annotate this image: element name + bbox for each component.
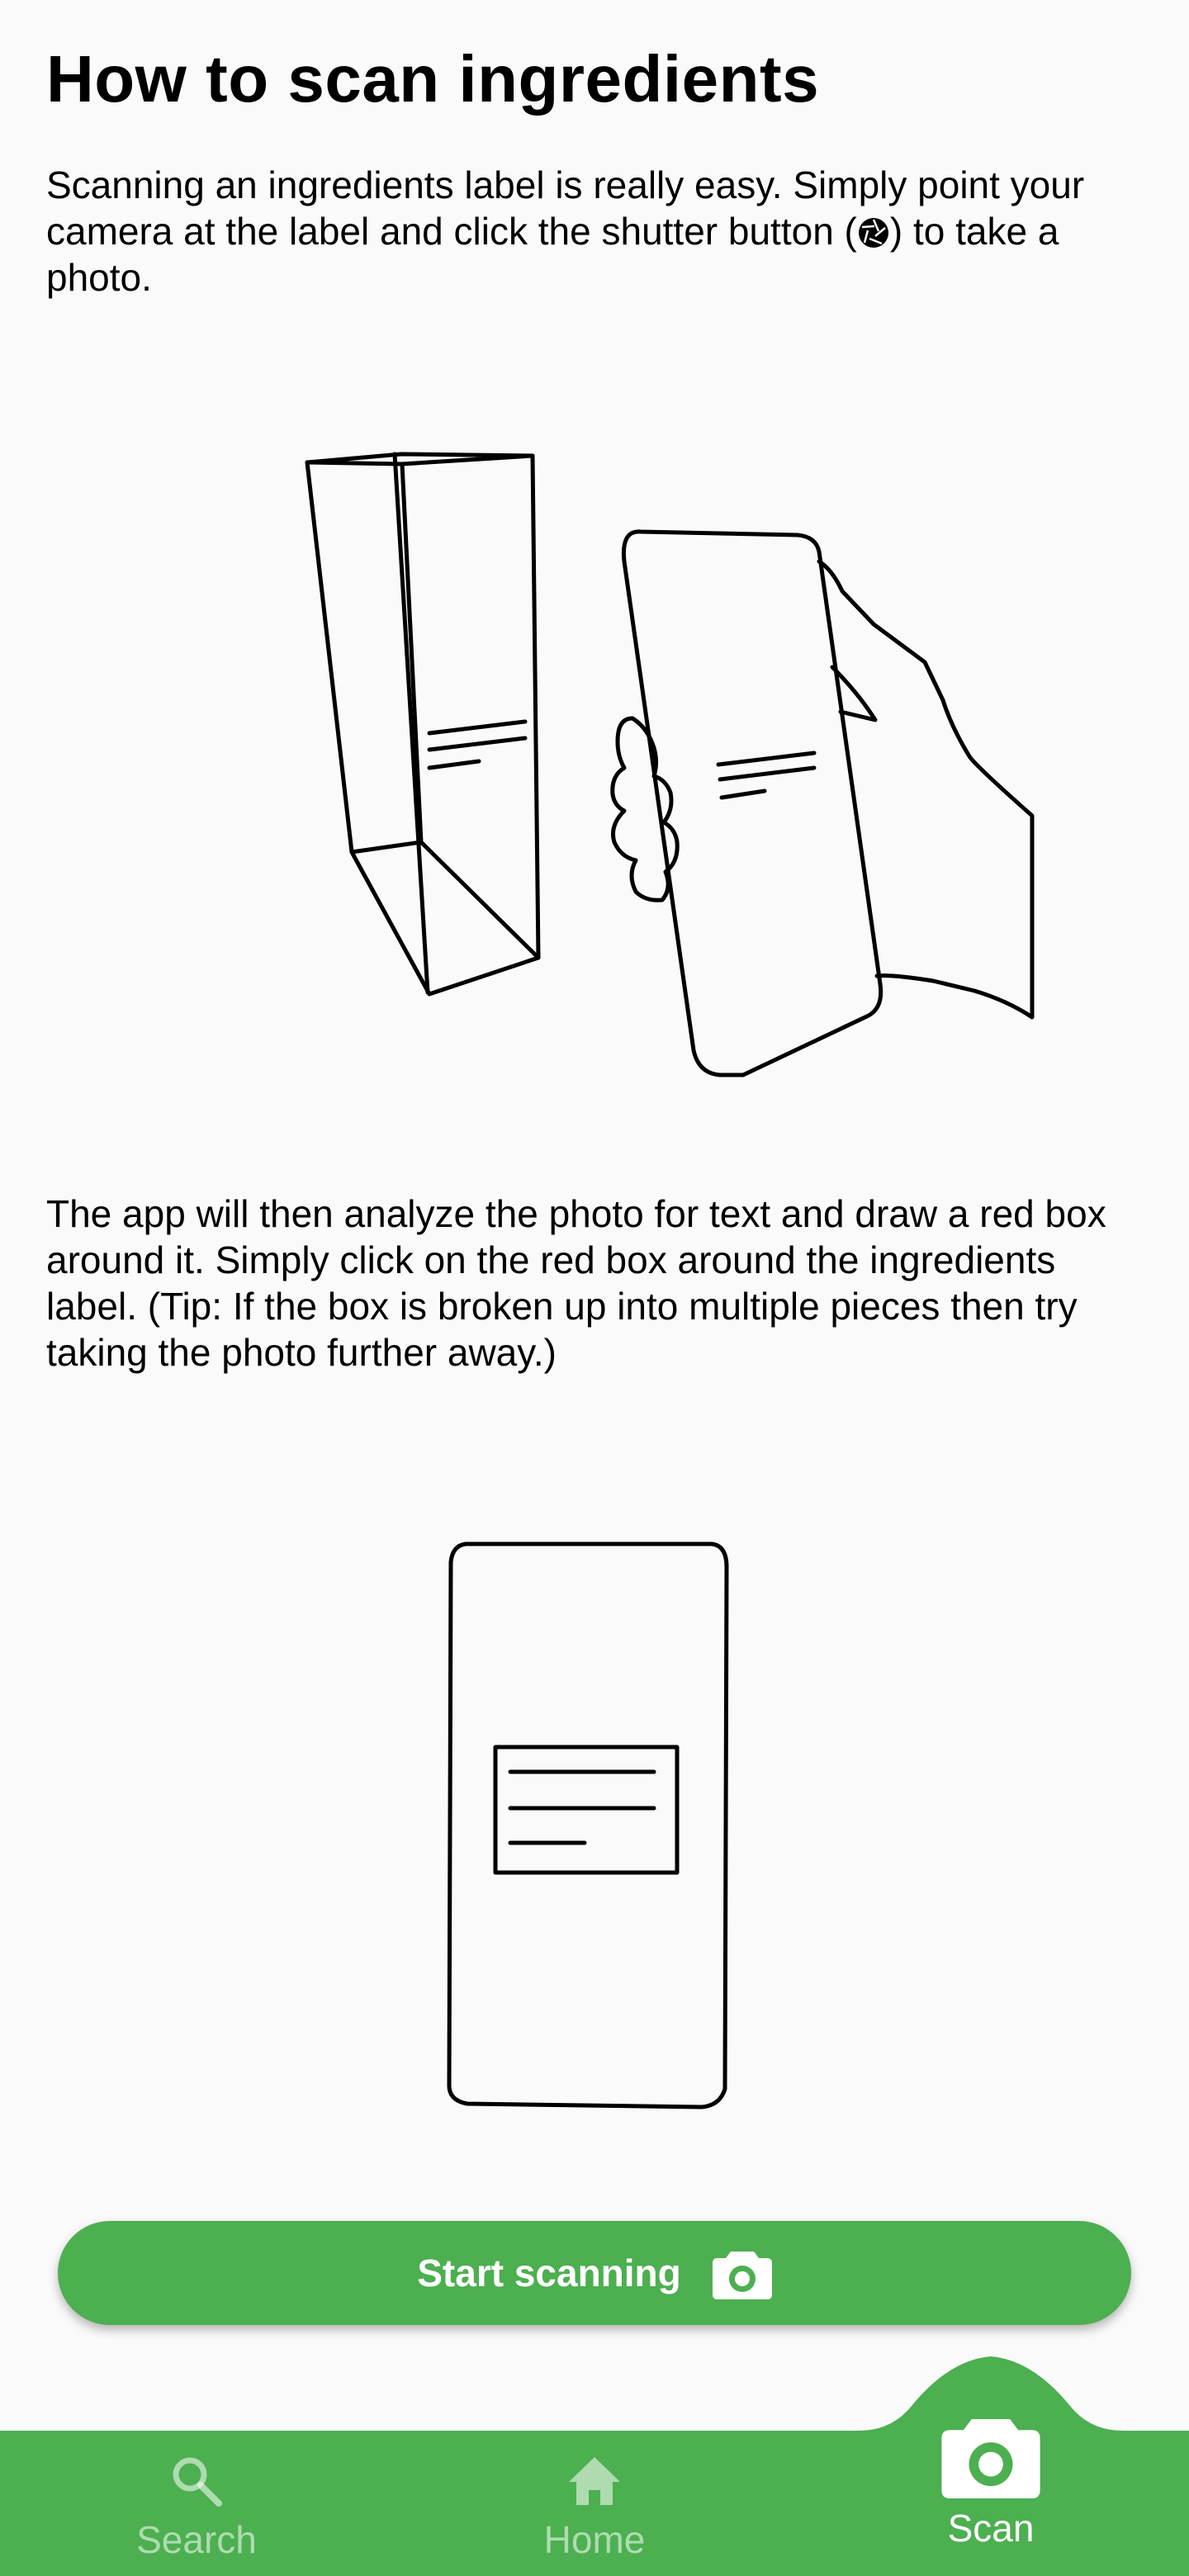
nav-item-home[interactable]: Home <box>512 2452 677 2563</box>
nav-label-scan: Scan <box>947 2507 1035 2550</box>
instruction-paragraph-1: Scanning an ingredients label is really … <box>46 162 1136 301</box>
scan-label-illustration <box>281 429 1057 1090</box>
nav-label-home: Home <box>543 2518 646 2561</box>
hand-holding-phone-drawing <box>610 529 1035 1077</box>
camera-icon <box>941 2418 1040 2498</box>
start-scanning-button[interactable]: Start scanning <box>58 2221 1131 2325</box>
search-icon <box>173 2457 222 2507</box>
instruction-paragraph-2: The app will then analyze the photo for … <box>46 1192 1106 1374</box>
page-title: How to scan ingredients <box>46 42 820 116</box>
nav-item-search[interactable]: Search <box>114 2452 279 2563</box>
start-scanning-label: Start scanning <box>417 2252 681 2294</box>
nav-item-scan[interactable]: Scan <box>908 2411 1073 2551</box>
phone-with-label-box-drawing <box>447 1541 729 2110</box>
home-icon <box>569 2457 620 2505</box>
shutter-icon <box>857 213 890 248</box>
bottom-navigation-bar: Search Home Scan <box>0 2345 1189 2576</box>
camera-icon <box>712 2252 772 2299</box>
carton-drawing <box>305 452 541 997</box>
select-label-illustration <box>429 1527 743 2122</box>
nav-label-search: Search <box>136 2518 257 2561</box>
